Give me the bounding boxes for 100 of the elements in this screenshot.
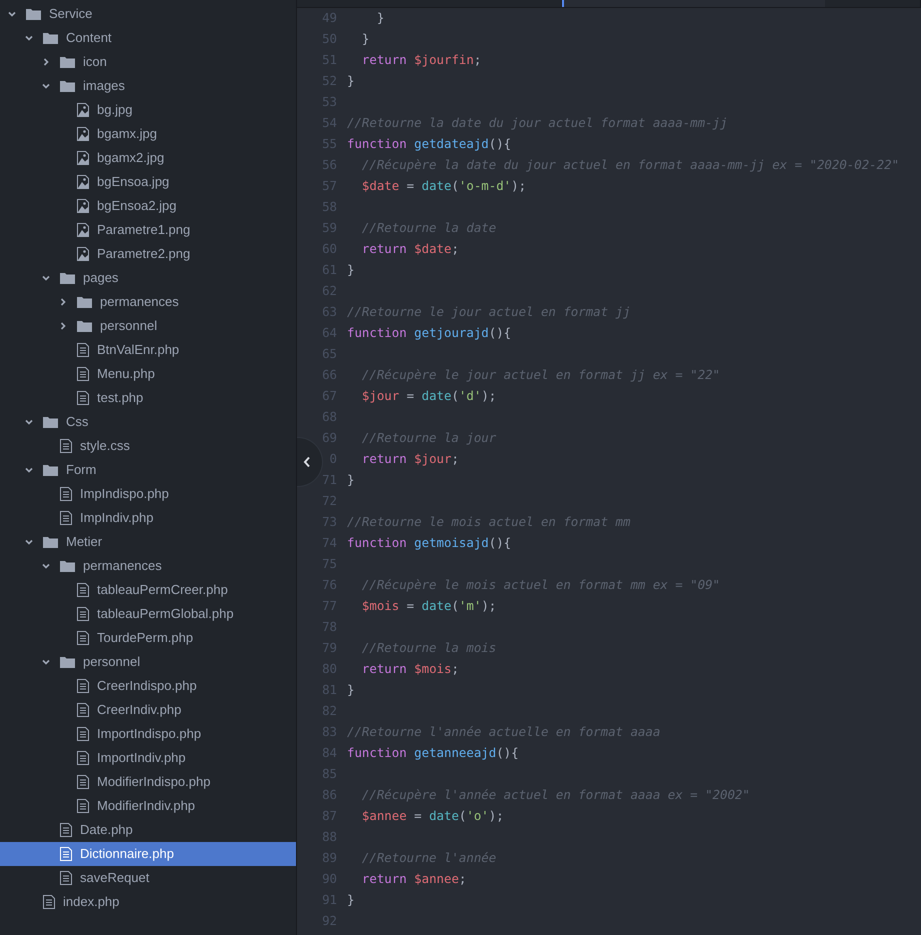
tree-item[interactable]: personnel bbox=[0, 650, 296, 674]
code-line: $date = date('o-m-d'); bbox=[360, 177, 526, 196]
chevron-right-icon[interactable] bbox=[42, 58, 50, 66]
code-line: } bbox=[360, 30, 370, 48]
tree-item-label: permanences bbox=[100, 293, 179, 312]
tree-item-label: Form bbox=[66, 461, 96, 480]
code-line: //Récupère l'année actuel en format aaaa ex = "2002" bbox=[360, 786, 750, 804]
tree-item[interactable]: Form bbox=[0, 458, 296, 482]
tree-item[interactable]: images bbox=[0, 74, 296, 98]
tree-item[interactable]: index.php bbox=[0, 890, 296, 914]
tree-item-label: personnel bbox=[83, 653, 140, 672]
tree-item-label: index.php bbox=[63, 893, 120, 912]
tree-item[interactable]: test.php bbox=[0, 386, 296, 410]
tree-item[interactable]: bg.jpg bbox=[0, 98, 296, 122]
text-file-icon bbox=[77, 607, 89, 621]
tree-item[interactable]: CreerIndiv.php bbox=[0, 698, 296, 722]
tree-item[interactable]: Date.php bbox=[0, 818, 296, 842]
tree-item[interactable]: bgamx.jpg bbox=[0, 122, 296, 146]
tree-item[interactable]: ImportIndiv.php bbox=[0, 746, 296, 770]
tree-item[interactable]: ImpIndiv.php bbox=[0, 506, 296, 530]
tree-item[interactable]: bgamx2.jpg bbox=[0, 146, 296, 170]
tree-item[interactable]: ImportIndispo.php bbox=[0, 722, 296, 746]
tree-item[interactable]: Dictionnaire.php bbox=[0, 842, 296, 866]
folder-icon bbox=[77, 296, 92, 308]
tree-item[interactable]: Metier bbox=[0, 530, 296, 554]
tree-item-label: ImportIndiv.php bbox=[97, 749, 186, 768]
code-line: } bbox=[347, 891, 354, 910]
folder-icon bbox=[77, 320, 92, 332]
chevron-down-icon[interactable] bbox=[8, 10, 16, 18]
tree-item-label: tableauPermGlobal.php bbox=[97, 605, 234, 624]
chevron-down-icon[interactable] bbox=[25, 538, 33, 546]
folder-icon bbox=[60, 56, 75, 68]
text-file-icon bbox=[77, 751, 89, 765]
image-file-icon bbox=[77, 103, 89, 117]
tree-item[interactable]: CreerIndispo.php bbox=[0, 674, 296, 698]
tree-item[interactable]: Css bbox=[0, 410, 296, 434]
code-line: } bbox=[347, 261, 354, 280]
code-line: //Retourne l'année bbox=[360, 849, 496, 868]
text-file-icon bbox=[77, 775, 89, 789]
chevron-down-icon[interactable] bbox=[42, 658, 50, 666]
tree-item[interactable]: bgEnsoa.jpg bbox=[0, 170, 296, 194]
chevron-down-icon[interactable] bbox=[25, 418, 33, 426]
chevron-down-icon[interactable] bbox=[42, 82, 50, 90]
tree-item[interactable]: permanences bbox=[0, 290, 296, 314]
chevron-right-icon[interactable] bbox=[59, 322, 67, 330]
tree-item-label: bgEnsoa2.jpg bbox=[97, 197, 177, 216]
code-line: $annee = date('o'); bbox=[360, 807, 504, 826]
tree-item[interactable]: ModifierIndiv.php bbox=[0, 794, 296, 818]
tree-item-label: ModifierIndispo.php bbox=[97, 773, 210, 792]
tree-item-label: Menu.php bbox=[97, 365, 155, 384]
folder-icon bbox=[43, 536, 58, 548]
image-file-icon bbox=[77, 223, 89, 237]
tree-item[interactable]: Content bbox=[0, 26, 296, 50]
tree-item-label: bgamx2.jpg bbox=[97, 149, 164, 168]
tree-item[interactable]: Parametre1.png bbox=[0, 218, 296, 242]
chevron-down-icon[interactable] bbox=[25, 466, 33, 474]
tree-item-label: saveRequet bbox=[80, 869, 150, 888]
code-line: //Retourne la jour bbox=[360, 429, 496, 448]
text-file-icon bbox=[77, 727, 89, 741]
text-file-icon bbox=[43, 895, 55, 909]
code-line: //Retourne la date bbox=[360, 219, 496, 238]
tree-item[interactable]: ModifierIndispo.php bbox=[0, 770, 296, 794]
tree-item[interactable]: saveRequet bbox=[0, 866, 296, 890]
tree-item[interactable]: pages bbox=[0, 266, 296, 290]
text-file-icon bbox=[77, 703, 89, 717]
code-line: //Retourne la mois bbox=[360, 639, 496, 658]
tree-item-label: Dictionnaire.php bbox=[80, 845, 174, 864]
chevron-down-icon[interactable] bbox=[25, 34, 33, 42]
tree-item[interactable]: permanences bbox=[0, 554, 296, 578]
tree-item[interactable]: tableauPermGlobal.php bbox=[0, 602, 296, 626]
tree-item-label: images bbox=[83, 77, 125, 96]
tree-item-label: Parametre1.png bbox=[97, 221, 190, 240]
text-file-icon bbox=[77, 367, 89, 381]
tree-item[interactable]: personnel bbox=[0, 314, 296, 338]
image-file-icon bbox=[77, 151, 89, 165]
tree-item-label: ImpIndiv.php bbox=[80, 509, 154, 528]
tree-item[interactable]: Parametre2.png bbox=[0, 242, 296, 266]
tree-item[interactable]: icon bbox=[0, 50, 296, 74]
chevron-down-icon[interactable] bbox=[42, 274, 50, 282]
chevron-down-icon[interactable] bbox=[42, 562, 50, 570]
code-line: $mois = date('m'); bbox=[360, 597, 496, 616]
tree-item[interactable]: TourdePerm.php bbox=[0, 626, 296, 650]
tree-item[interactable]: style.css bbox=[0, 434, 296, 458]
tree-item-label: pages bbox=[83, 269, 118, 288]
text-file-icon bbox=[77, 799, 89, 813]
tree-item-label: CreerIndispo.php bbox=[97, 677, 197, 696]
tree-item[interactable]: bgEnsoa2.jpg bbox=[0, 194, 296, 218]
text-file-icon bbox=[60, 487, 72, 501]
tree-item[interactable]: Service bbox=[0, 2, 296, 26]
tree-item[interactable]: tableauPermCreer.php bbox=[0, 578, 296, 602]
tree-item[interactable]: BtnValEnr.php bbox=[0, 338, 296, 362]
chevron-right-icon[interactable] bbox=[59, 298, 67, 306]
text-file-icon bbox=[77, 679, 89, 693]
tree-item-label: Date.php bbox=[80, 821, 133, 840]
text-file-icon bbox=[60, 871, 72, 885]
tree-item[interactable]: ImpIndispo.php bbox=[0, 482, 296, 506]
tree-item[interactable]: Menu.php bbox=[0, 362, 296, 386]
code-line: } bbox=[376, 9, 384, 28]
text-file-icon bbox=[60, 511, 72, 525]
folder-icon bbox=[43, 32, 58, 44]
